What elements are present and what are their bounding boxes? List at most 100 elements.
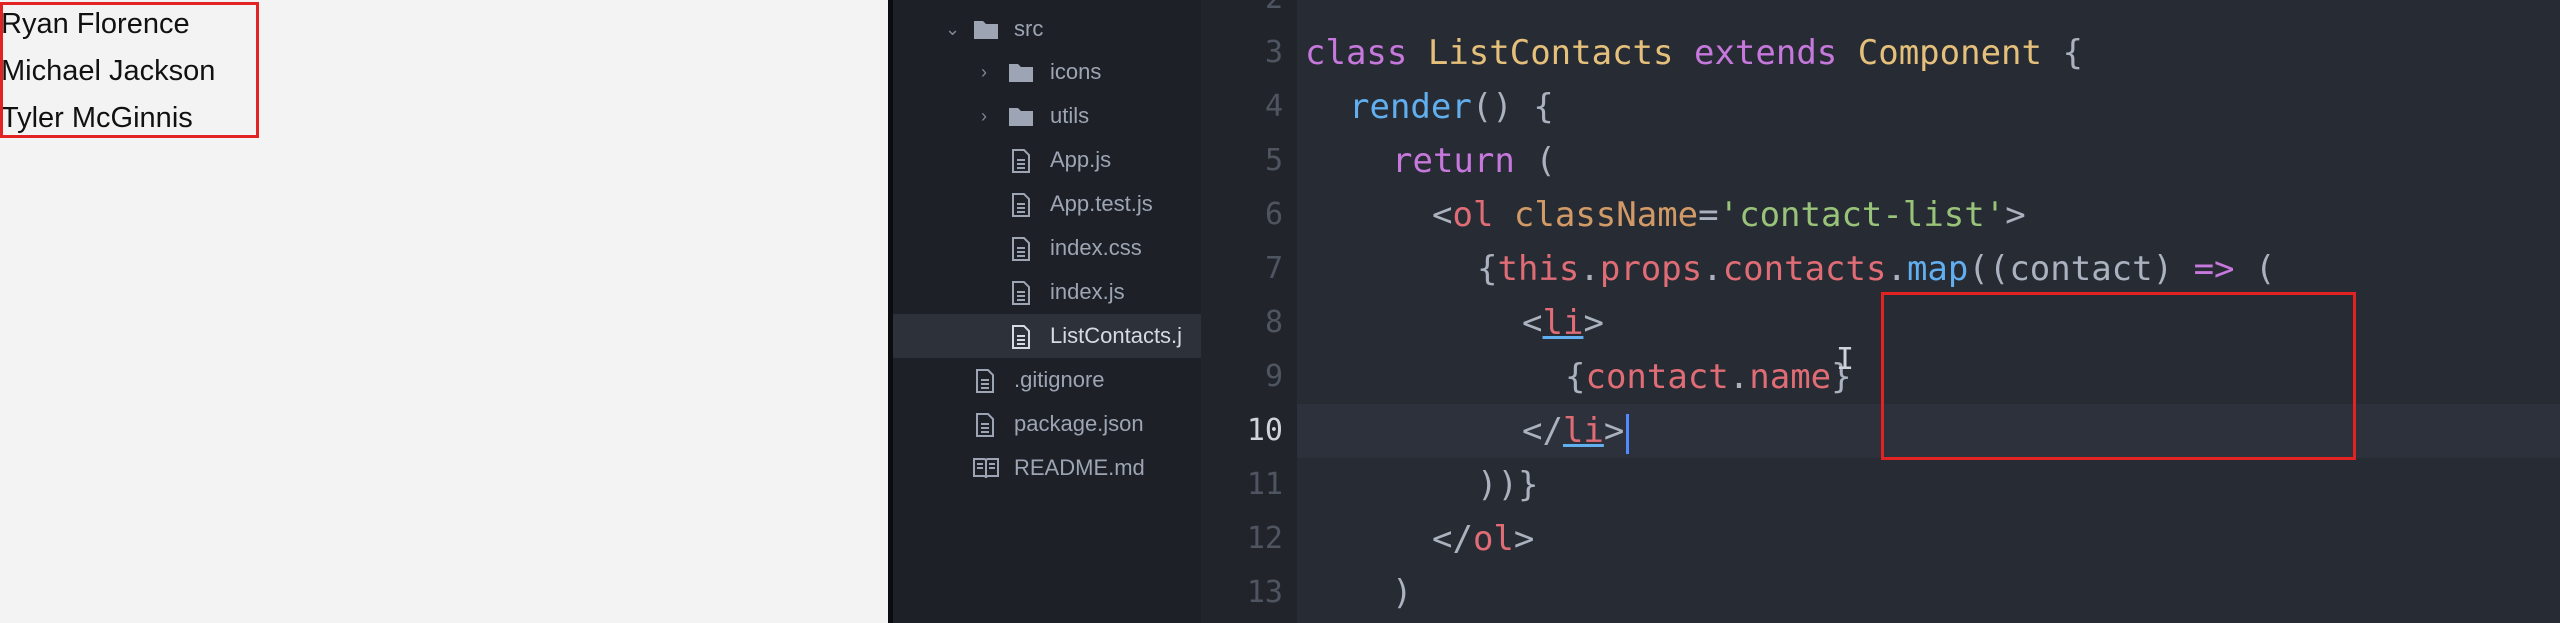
tree-item-label: README.md [1014,455,1145,480]
code-token: map [1906,249,1969,289]
code-token: </ [1432,519,1473,559]
chevron-right-icon: › [981,62,987,82]
code-area[interactable]: class ListContacts extends Component { r… [1297,0,2560,623]
file-icon [976,369,994,393]
line-number: 3 [1264,35,1283,70]
code-token: ListContacts [1427,33,1674,73]
code-token: . [1728,357,1750,397]
code-token: { [1477,249,1498,289]
book-icon [973,458,999,479]
code-token: ))} [1477,465,1539,505]
tree-item-label: ListContacts.j [1050,323,1183,348]
tree-item-gitignore[interactable]: .gitignore [893,358,1201,402]
line-number: 9 [1264,359,1283,394]
tree-item-label: icons [1050,59,1102,84]
code-editor: ⌄ src › icons › utils App.js App.test.js [893,0,2560,623]
code-highlight-box [1881,292,2356,460]
code-token: () { [1471,87,1554,127]
tree-item-index-js[interactable]: index.js [893,270,1201,314]
chevron-down-icon: ⌄ [945,19,961,39]
code-token: = [1698,195,1719,235]
code-token: class [1305,33,1408,73]
code-line: render() { [1349,80,1554,134]
browser-pane: Ryan Florence Michael Jackson Tyler McGi… [0,0,888,623]
code-token: ( [1535,141,1556,181]
line-number: 12 [1246,521,1283,556]
code-token: { [1565,357,1586,397]
line-number: 2 [1203,0,1283,26]
code-token: contact [1585,357,1729,397]
code-token: > [1513,519,1535,559]
code-token: => [2193,249,2235,289]
code-line: {contact.name} [1565,350,1852,404]
code-line: class ListContacts extends Component { [1305,26,2083,80]
code-line: ))} [1477,458,1538,512]
code-token: name [1749,357,1832,397]
code-token: > [1583,303,1604,343]
tree-item-listcontacts-js[interactable]: ListContacts.j [893,314,1201,358]
tree-item-label: src [1014,16,1044,41]
line-number: 13 [1246,575,1283,610]
code-token: this [1497,249,1580,289]
tree-item-readme-md[interactable]: README.md [893,446,1201,490]
code-token: > [1603,411,1625,451]
code-line: {this.props.contacts.map((contact) => ( [1477,242,2275,296]
folder-icon [1009,108,1033,126]
code-line: return ( [1392,134,1556,188]
code-token: . [1579,249,1600,289]
tree-item-utils[interactable]: › utils [893,94,1201,138]
line-number-gutter: 2 3 4 5 6 7 8 9 10 11 12 13 [1201,0,1297,623]
tree-item-label: App.js [1050,147,1112,172]
line-number: 5 [1264,143,1283,178]
code-token: 'contact-list' [1718,195,2006,235]
code-token: < [1522,303,1543,343]
tree-item-app-js[interactable]: App.js [893,138,1201,182]
code-token: ((contact) [1968,249,2174,289]
tree-item-label: package.json [1014,411,1144,436]
tree-item-app-test-js[interactable]: App.test.js [893,182,1201,226]
tree-item-label: index.js [1050,279,1125,304]
file-icon [1012,193,1030,217]
tree-item-label: utils [1050,103,1090,128]
code-token: { [2062,33,2083,73]
code-line: </ol> [1432,512,1534,566]
code-token: contacts [1722,249,1887,289]
code-token: Component [1857,33,2042,73]
code-token: li [1562,411,1604,451]
code-token: . [1886,249,1907,289]
tree-item-icons[interactable]: › icons [893,50,1201,94]
line-number: 11 [1246,467,1283,502]
tree-item-index-css[interactable]: index.css [893,226,1201,270]
ibeam-cursor-icon: I [1836,342,1855,377]
code-line: <li> [1522,296,1604,350]
code-token: ( [2255,249,2276,289]
folder-icon [1009,64,1033,82]
code-line: <ol className='contact-list'> [1432,188,2026,242]
code-token: extends [1693,33,1838,73]
code-token: render [1349,87,1472,127]
chevron-right-icon: › [981,106,987,126]
line-number: 4 [1264,89,1283,124]
code-token: li [1542,303,1584,343]
line-number: 6 [1264,197,1283,232]
tree-item-package-json[interactable]: package.json [893,402,1201,446]
contact-list-highlight-box [0,2,259,138]
code-token: ) [1392,573,1413,613]
code-line-current: </li> [1522,404,1624,458]
tree-item-src[interactable]: ⌄ src [893,7,1201,51]
folder-icon [974,21,998,39]
file-icon [1012,281,1030,305]
code-line: ) [1392,566,1412,620]
line-number-current: 10 [1246,413,1283,448]
code-token: < [1432,195,1453,235]
code-token: props [1599,249,1703,289]
text-cursor [1626,414,1630,454]
file-icon [976,413,994,437]
code-token: . [1702,249,1723,289]
file-icon [1012,149,1030,173]
code-token: > [2005,195,2026,235]
line-number: 7 [1264,251,1283,286]
code-token: className [1513,195,1699,235]
code-token: return [1392,141,1515,181]
tree-item-label: index.css [1050,235,1142,260]
